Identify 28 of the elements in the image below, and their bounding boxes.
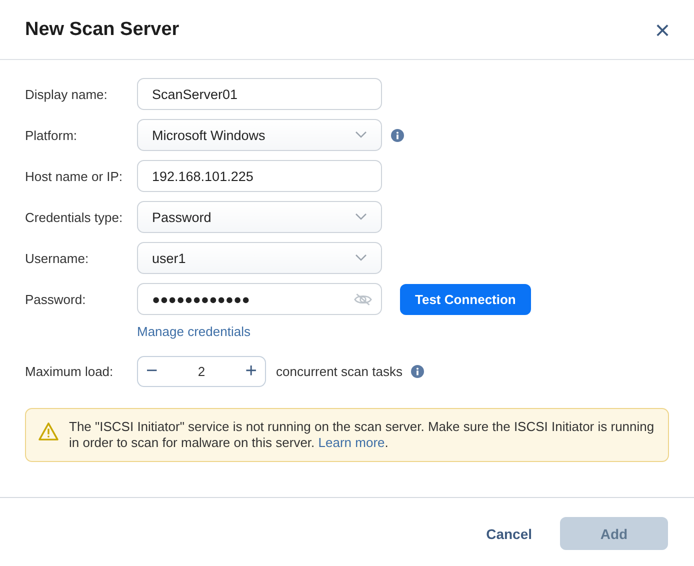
test-connection-button[interactable]: Test Connection [400, 284, 531, 314]
dropdown[interactable]: user1 [137, 242, 382, 274]
unit-label: concurrent scan tasks [276, 364, 402, 378]
info-icon[interactable] [391, 128, 404, 142]
cancel-button[interactable]: Cancel [474, 517, 544, 550]
password-field[interactable]: ●●●●●●●●●●●● [137, 283, 382, 315]
dropdown[interactable]: Microsoft Windows [137, 119, 382, 151]
field-label: Maximum load: [25, 364, 114, 378]
warning-icon [38, 422, 59, 441]
close-button[interactable]: × [650, 16, 674, 42]
field-label: Username: [25, 250, 90, 266]
dropdown[interactable]: Password [137, 201, 382, 233]
number-stepper[interactable]: − 2 + [137, 356, 266, 386]
chevron-down-icon [355, 131, 367, 139]
text-field[interactable]: 192.168.101.225 [137, 160, 382, 192]
field-label: Platform: [25, 128, 78, 142]
field-label: Credentials type: [25, 210, 124, 224]
warning-message: The "ISCSI Initiator" service is not running on the scan server. Make sure the ISCSI Initiator is running in order to scan for malware on this server. Learn more. [69, 419, 656, 451]
manage-credentials-link[interactable]: Manage credentials [137, 324, 250, 339]
chevron-down-icon [355, 213, 367, 221]
learn-more-link[interactable]: Learn more [318, 435, 385, 450]
field-label: Display name: [25, 86, 108, 102]
info-icon[interactable] [411, 364, 424, 378]
chevron-down-icon [355, 254, 367, 262]
field-label: Password: [25, 292, 87, 306]
field-label: Host name or IP: [25, 168, 124, 184]
text-field[interactable]: ScanServer01 [137, 78, 382, 110]
dialog-title: New Scan Server [25, 18, 180, 40]
